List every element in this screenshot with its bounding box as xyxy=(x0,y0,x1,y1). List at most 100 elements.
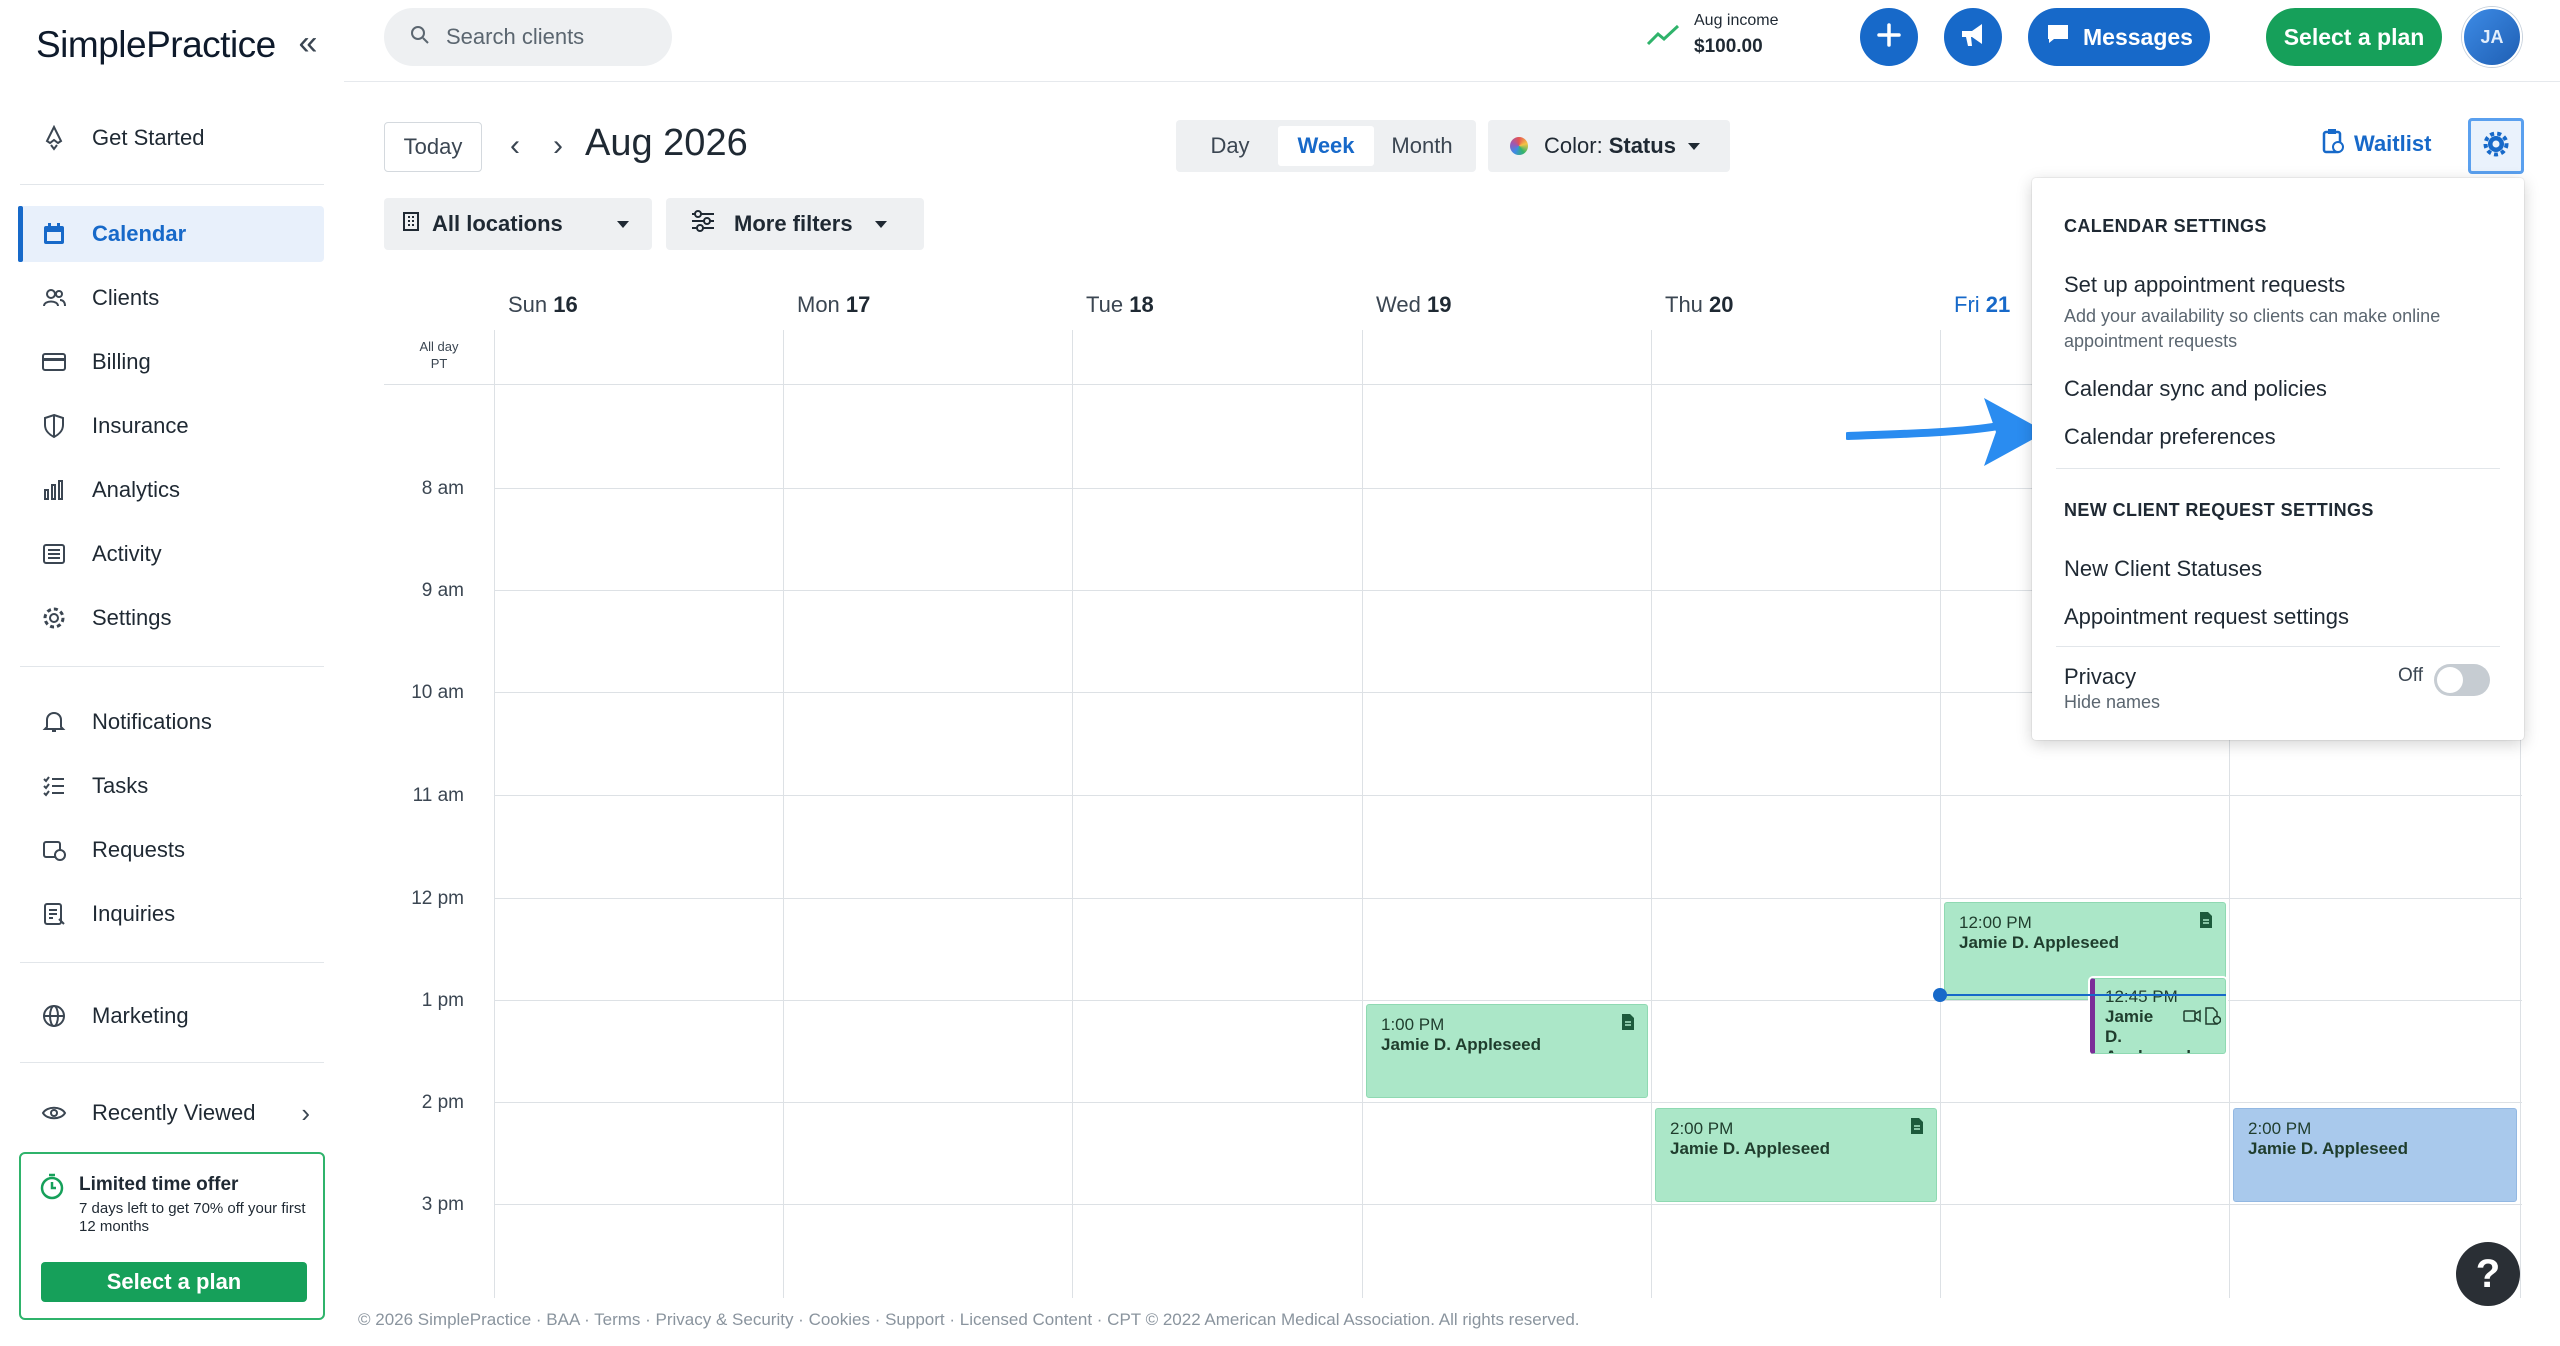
sidebar-item-analytics[interactable]: Analytics xyxy=(20,462,324,518)
sidebar-item-label: Marketing xyxy=(92,1003,189,1028)
locations-label: All locations xyxy=(432,211,563,236)
privacy-label: Privacy xyxy=(2064,664,2137,689)
grid-column-line xyxy=(1940,330,1941,1298)
waitlist-clipboard-icon xyxy=(2322,128,2344,160)
more-filters-button[interactable]: More filters xyxy=(666,198,924,250)
sidebar-item-clients[interactable]: Clients xyxy=(20,270,324,326)
menu-divider xyxy=(2056,646,2500,647)
hour-label: 1 pm xyxy=(421,990,464,1011)
double-chevron-left-icon[interactable]: « xyxy=(290,26,326,62)
all-day-label: All day PT xyxy=(419,339,459,371)
view-day-button[interactable]: Day xyxy=(1182,126,1278,166)
sidebar-divider xyxy=(20,1062,324,1063)
plus-icon xyxy=(1875,21,1903,54)
select-plan-button[interactable]: Select a plan xyxy=(2266,8,2442,66)
stopwatch-icon xyxy=(39,1172,65,1205)
search-input[interactable] xyxy=(446,24,666,50)
menu-divider xyxy=(2056,468,2500,469)
waitlist-button[interactable]: Waitlist xyxy=(2322,128,2431,160)
globe-icon xyxy=(34,996,74,1036)
appointment-card[interactable]: 2:00 PM Jamie D. Appleseed xyxy=(2233,1108,2517,1202)
add-button[interactable] xyxy=(1860,8,1918,66)
menu-item-sync-policies[interactable]: Calendar sync and policies xyxy=(2064,376,2327,402)
day-header-tue[interactable]: Tue 18 xyxy=(1086,292,1154,318)
sidebar-item-notifications[interactable]: Notifications xyxy=(20,694,324,750)
color-by-dropdown[interactable]: Color: Status xyxy=(1488,120,1730,172)
sidebar-item-inquiries[interactable]: Inquiries xyxy=(20,886,324,942)
client-search[interactable] xyxy=(384,8,672,66)
appointment-card[interactable]: 2:00 PM Jamie D. Appleseed xyxy=(1655,1108,1937,1202)
appointment-time: 12:00 PM xyxy=(1959,913,2032,932)
privacy-toggle[interactable] xyxy=(2434,664,2490,696)
messages-label: Messages xyxy=(2083,23,2193,50)
calendar-settings-menu: CALENDAR SETTINGS Set up appointment req… xyxy=(2032,178,2524,740)
menu-item-appointment-requests[interactable]: Set up appointment requests xyxy=(2064,272,2345,298)
grid-column-line xyxy=(1072,330,1073,1298)
chevron-right-icon: › xyxy=(301,1097,310,1128)
sidebar-item-recently-viewed[interactable]: Recently Viewed › xyxy=(20,1085,324,1141)
sidebar-item-calendar[interactable]: Calendar xyxy=(18,206,324,262)
appointment-client: Jamie D. Appleseed xyxy=(1670,1139,1830,1158)
day-header-wed[interactable]: Wed 19 xyxy=(1376,292,1451,318)
hour-label: 3 pm xyxy=(421,1194,464,1215)
hour-label: 12 pm xyxy=(411,888,464,909)
sidebar-item-requests[interactable]: Requests xyxy=(20,822,324,878)
hour-line xyxy=(494,795,2522,796)
chevron-right-icon[interactable]: › xyxy=(541,128,575,168)
color-wheel-icon xyxy=(1510,137,1528,155)
appointment-time: 2:00 PM xyxy=(1670,1119,1734,1138)
appointment-client: Jamie D. Appleseed xyxy=(1959,933,2119,952)
sidebar-item-tasks[interactable]: Tasks xyxy=(20,758,324,814)
offer-title: Limited time offer xyxy=(79,1174,239,1195)
offer-select-plan-button[interactable]: Select a plan xyxy=(41,1262,307,1302)
appointment-time: 12:45 PM xyxy=(2105,987,2178,1006)
sidebar-item-marketing[interactable]: Marketing xyxy=(20,988,324,1044)
sidebar-item-activity[interactable]: Activity xyxy=(20,526,324,582)
sidebar-item-settings[interactable]: Settings xyxy=(20,590,324,646)
view-month-button[interactable]: Month xyxy=(1374,126,1470,166)
appointment-card-telehealth[interactable]: 12:45 PM Jamie D. Appleseed xyxy=(2090,978,2226,1054)
bell-icon xyxy=(34,702,74,742)
calendar-settings-button[interactable] xyxy=(2468,118,2524,174)
hour-label: 10 am xyxy=(411,682,464,703)
sliders-icon xyxy=(690,210,716,238)
rocket-icon xyxy=(34,118,74,158)
inquiry-form-icon xyxy=(34,894,74,934)
search-icon xyxy=(410,25,430,50)
view-week-button[interactable]: Week xyxy=(1278,126,1374,166)
app-logo[interactable]: SimplePractice xyxy=(36,24,276,66)
footer-links[interactable]: © 2026 SimplePractice · BAA · Terms · Pr… xyxy=(358,1310,1580,1330)
calendar-settings-heading: CALENDAR SETTINGS xyxy=(2064,216,2267,236)
billing-card-icon xyxy=(34,342,74,382)
day-header-fri[interactable]: Fri 21 xyxy=(1954,292,2010,318)
video-camera-icon xyxy=(2183,1009,2201,1028)
sidebar-divider xyxy=(20,962,324,963)
messages-button[interactable]: Messages xyxy=(2028,8,2210,66)
avatar[interactable]: JA xyxy=(2462,7,2522,67)
megaphone-icon xyxy=(1958,21,1988,54)
hour-line xyxy=(494,898,2522,899)
appointment-card[interactable]: 1:00 PM Jamie D. Appleseed xyxy=(1366,1004,1648,1098)
grid-column-line xyxy=(1362,330,1363,1298)
locations-filter[interactable]: All locations xyxy=(384,198,652,250)
limited-offer-card: Limited time offer 7 days left to get 70… xyxy=(19,1152,325,1320)
menu-item-request-settings[interactable]: Appointment request settings xyxy=(2064,604,2349,630)
announcements-button[interactable] xyxy=(1944,8,2002,66)
sidebar-item-label: Recently Viewed xyxy=(92,1100,256,1125)
sidebar-item-label: Insurance xyxy=(92,413,189,438)
day-header-thu[interactable]: Thu 20 xyxy=(1665,292,1734,318)
day-header-mon[interactable]: Mon 17 xyxy=(797,292,870,318)
sidebar-item-get-started[interactable]: Get Started xyxy=(20,110,324,166)
clients-icon xyxy=(34,278,74,318)
income-widget[interactable]: Aug income $100.00 xyxy=(1646,12,1796,68)
today-button[interactable]: Today xyxy=(384,122,482,172)
caret-down-icon xyxy=(1687,142,1700,150)
sidebar-item-insurance[interactable]: Insurance xyxy=(20,398,324,454)
day-header-sun[interactable]: Sun 16 xyxy=(508,292,578,318)
menu-item-client-statuses[interactable]: New Client Statuses xyxy=(2064,556,2262,582)
menu-item-calendar-preferences[interactable]: Calendar preferences xyxy=(2064,424,2276,450)
sidebar-item-billing[interactable]: Billing xyxy=(20,334,324,390)
chevron-left-icon[interactable]: ‹ xyxy=(498,128,532,168)
sidebar-item-label: Billing xyxy=(92,349,151,374)
help-button[interactable]: ? xyxy=(2456,1242,2520,1306)
